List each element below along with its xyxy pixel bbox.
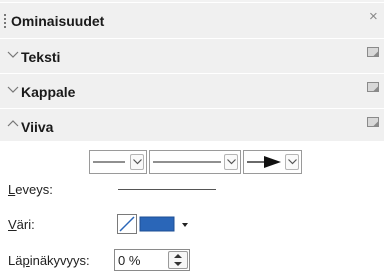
section-text-title: Teksti [21, 49, 61, 65]
line-end-dropdown-button[interactable] [285, 154, 299, 170]
stepper-arrows-icon [174, 254, 182, 266]
chevron-down-icon [7, 86, 19, 93]
chevron-up-icon [7, 120, 19, 127]
section-paragraph[interactable]: Kappale [0, 74, 384, 109]
transparency-value[interactable]: 0 % [118, 253, 140, 268]
line-start-preview-icon [93, 161, 125, 163]
arrow-end-icon [247, 156, 281, 168]
line-style-dropdown[interactable] [149, 150, 241, 174]
line-color-icon [117, 214, 188, 234]
drag-grip[interactable] [4, 14, 6, 28]
line-end-style-dropdown[interactable] [243, 150, 302, 174]
top-strip [0, 0, 384, 2]
line-style-preview-icon [153, 161, 221, 163]
line-start-dropdown-button[interactable] [130, 154, 144, 170]
chevron-down-icon [7, 51, 19, 58]
section-paragraph-title: Kappale [21, 84, 76, 100]
line-color-button[interactable] [116, 213, 194, 235]
transparency-stepper[interactable] [168, 251, 188, 269]
chevron-down-icon [227, 159, 236, 165]
transparency-spinbox[interactable]: 0 % [114, 249, 190, 271]
line-style-dropdown-button[interactable] [224, 154, 238, 170]
more-options-icon[interactable] [367, 117, 379, 127]
close-icon[interactable]: × [369, 9, 378, 24]
line-start-style-dropdown[interactable] [89, 150, 147, 174]
width-label: Leveys: [8, 182, 53, 197]
section-line[interactable]: Viiva [0, 109, 384, 144]
section-line-title: Viiva [21, 119, 54, 135]
line-width-preview[interactable] [118, 189, 216, 190]
properties-header: Ominaisuudet × [0, 3, 384, 39]
transparency-label: Läpinäkyvyys: [8, 253, 90, 268]
more-options-icon[interactable] [367, 82, 379, 92]
chevron-down-icon [288, 159, 297, 165]
color-label: Väri: [8, 217, 35, 232]
section-text[interactable]: Teksti [0, 39, 384, 74]
more-options-icon[interactable] [367, 47, 379, 57]
chevron-down-icon [133, 159, 142, 165]
properties-title: Ominaisuudet [11, 13, 105, 29]
